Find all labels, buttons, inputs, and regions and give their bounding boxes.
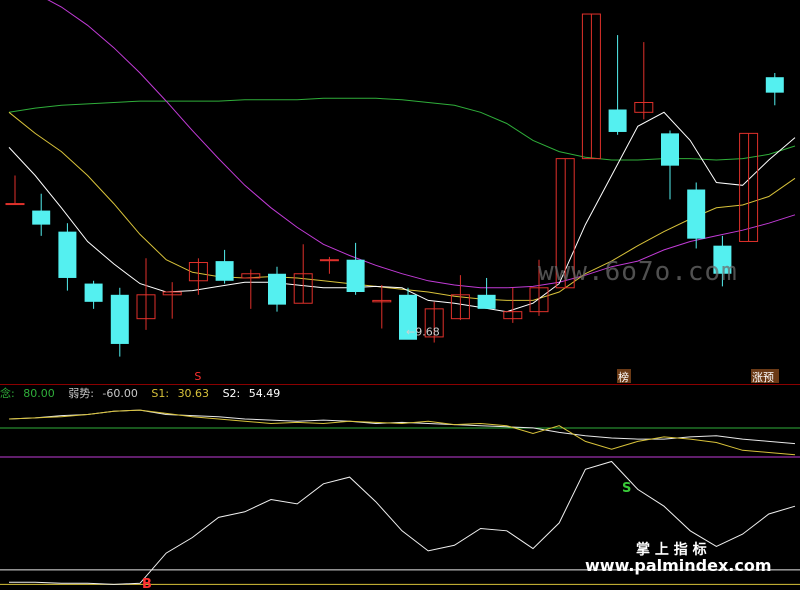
legend-weak-label: 弱势: xyxy=(68,387,98,400)
candle-down xyxy=(477,294,496,309)
candle-down xyxy=(268,273,286,305)
legend-s1-label: S1: xyxy=(151,387,173,400)
sell-marker-top: S xyxy=(194,370,201,383)
legend-weak: 弱势: -60.00 xyxy=(68,387,143,400)
candle-up xyxy=(319,259,339,262)
candle-up xyxy=(5,203,25,206)
legend-s2: S2: 54.49 xyxy=(223,387,286,400)
legend-s2-label: S2: xyxy=(222,387,244,400)
indicator-legend: 念: 80.00 弱势: -60.00 S1: 30.63 S2: 54.49 xyxy=(0,385,290,401)
stock-chart: ←9.68 S 榜 涨预 S B xyxy=(0,0,800,590)
legend-weak-value: -60.00 xyxy=(102,387,138,400)
tag-2: 涨预 xyxy=(752,371,774,384)
candle-down xyxy=(765,77,784,93)
legend-strong: 念: 80.00 xyxy=(0,387,60,400)
candle-down xyxy=(58,231,77,278)
candle-down xyxy=(110,294,129,344)
candlesticks: ←9.68 S 榜 涨预 xyxy=(5,13,784,384)
candle-down xyxy=(84,283,103,302)
candle-down xyxy=(661,133,679,166)
legend-s1: S1: 30.63 xyxy=(151,387,214,400)
legend-strong-value: 80.00 xyxy=(23,387,55,400)
legend-strong-label: 念: xyxy=(0,387,19,400)
legend-s2-value: 54.49 xyxy=(248,387,281,400)
sell-marker-bottom: S xyxy=(622,481,631,496)
candle-down xyxy=(215,261,234,281)
buy-marker-bottom: B xyxy=(142,577,152,590)
candle-down xyxy=(608,109,627,132)
legend-s1-value: 30.63 xyxy=(177,387,210,400)
watermark-url: www.palmindex.com xyxy=(585,556,772,575)
s1-line xyxy=(8,409,796,456)
low-price-label: ←9.68 xyxy=(406,326,440,339)
candle-down xyxy=(346,259,365,292)
tag-1: 榜 xyxy=(618,370,629,384)
s2-line xyxy=(8,409,796,445)
candle-down xyxy=(687,189,706,239)
watermark-main: www.6o7o.com xyxy=(538,257,738,287)
candle-down xyxy=(32,210,51,225)
